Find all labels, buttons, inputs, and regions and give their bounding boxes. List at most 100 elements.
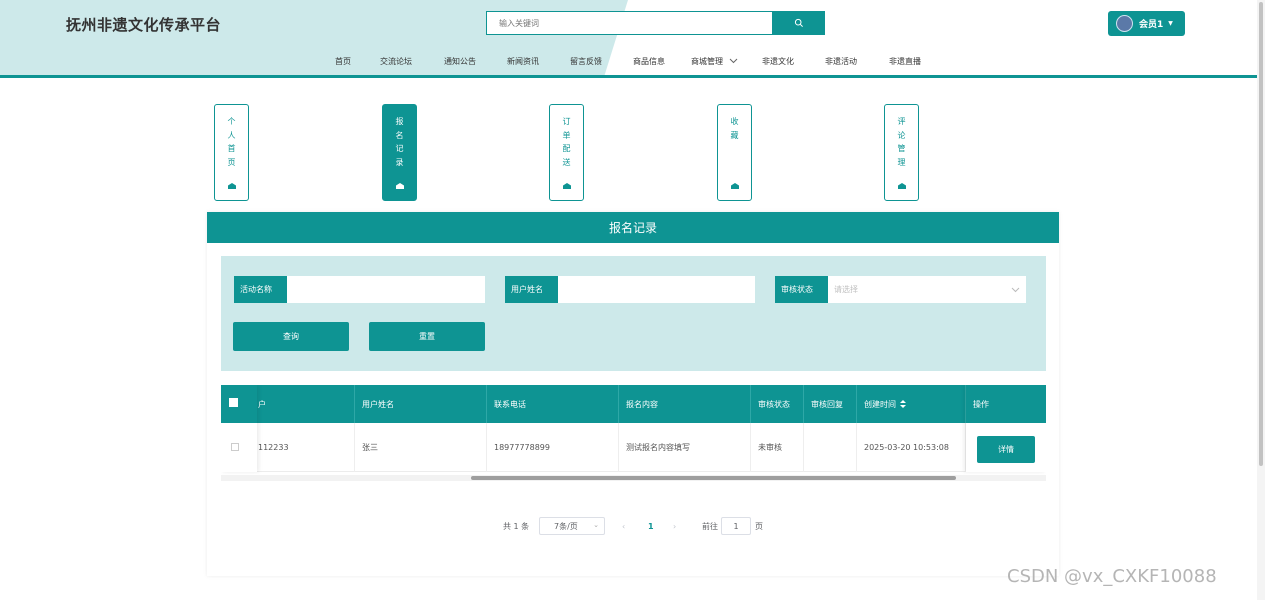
tab-char: 报: [395, 117, 404, 126]
tab-char: 论: [897, 130, 906, 140]
username-input[interactable]: [558, 276, 755, 303]
tab-char: 管: [897, 144, 906, 153]
th-username: 用户姓名: [355, 385, 487, 423]
tab-char: 单: [562, 130, 571, 140]
search-box[interactable]: [486, 11, 773, 35]
nav-item-mall[interactable]: 商城管理: [691, 56, 738, 67]
tab-char: 名: [395, 130, 404, 140]
tab-char: 配: [562, 144, 571, 153]
home-icon: [227, 183, 236, 189]
header: 抚州非遗文化传承平台 会员1 ▼ 首页 交流论坛 通知公告 新闻资讯 留言反馈 …: [0, 0, 1265, 78]
tab-order-delivery[interactable]: 订 单 配 送: [549, 104, 584, 201]
tab-char: 送: [562, 157, 571, 167]
member-menu-button[interactable]: 会员1 ▼: [1108, 11, 1185, 36]
review-status-placeholder: 请选择: [834, 285, 858, 294]
page-number-current[interactable]: 1: [648, 517, 654, 535]
tab-char: 录: [395, 157, 404, 167]
cell-phone: 18977778899: [487, 423, 619, 472]
tab-profile[interactable]: 个 人 首 页: [214, 104, 249, 201]
th-created-time[interactable]: 创建时间: [857, 385, 966, 423]
tab-favorites[interactable]: 收 藏: [717, 104, 752, 201]
filter-area: [221, 256, 1046, 371]
th-review-status: 审核状态: [751, 385, 804, 423]
tab-char: 理: [897, 157, 906, 167]
query-button[interactable]: 查询: [233, 322, 349, 351]
tab-char: 记: [395, 144, 404, 153]
username-label: 用户姓名: [505, 276, 558, 303]
tab-char: 页: [227, 157, 236, 167]
vertical-scrollbar-thumb[interactable]: [1259, 2, 1263, 466]
panel-title: 报名记录: [207, 212, 1059, 243]
main-nav: 首页 交流论坛 通知公告 新闻资讯 留言反馈 商品信息 商城管理 非遗文化 非遗…: [0, 56, 1265, 70]
activity-name-input[interactable]: [287, 276, 485, 303]
goto-page-input[interactable]: 1: [721, 517, 751, 535]
search-icon: [794, 18, 803, 27]
tab-comment-management[interactable]: 评 论 管 理: [884, 104, 919, 201]
search-input[interactable]: [487, 12, 772, 34]
cell-user: 112233: [251, 423, 355, 472]
th-created-time-label: 创建时间: [864, 399, 896, 409]
th-review-reply: 审核回复: [804, 385, 857, 423]
review-status-label: 审核状态: [775, 276, 828, 303]
horizontal-scrollbar-thumb[interactable]: [471, 476, 956, 480]
row-checkbox[interactable]: [231, 443, 239, 451]
cell-created-time: 2025-03-20 10:53:08: [857, 423, 966, 472]
tab-char: 订: [562, 117, 571, 126]
tab-char: 藏: [730, 130, 739, 140]
chevron-down-icon: ⌄: [593, 521, 599, 529]
chevron-down-icon: ▼: [1168, 20, 1173, 27]
goto-label: 前往: [702, 521, 718, 531]
nav-item-feedback[interactable]: 留言反馈: [570, 56, 602, 67]
tab-registration-records[interactable]: 报 名 记 录: [382, 104, 417, 201]
th-actions: 操作: [973, 399, 989, 409]
nav-item-home[interactable]: 首页: [335, 56, 351, 67]
nav-item-live[interactable]: 非遗直播: [889, 56, 921, 67]
home-icon: [562, 183, 571, 189]
select-all-checkbox[interactable]: [229, 398, 238, 407]
sort-icon[interactable]: [900, 400, 906, 408]
fixed-select-column: [221, 385, 257, 472]
table-row: 112233 张三 18977778899 测试报名内容填写 未审核 2025-…: [221, 423, 1046, 472]
chevron-down-icon: [729, 58, 737, 64]
cell-review-status: 未审核: [751, 423, 804, 472]
nav-item-activity[interactable]: 非遗活动: [825, 56, 857, 67]
header-divider: [0, 75, 1265, 78]
member-label: 会员1: [1139, 20, 1164, 30]
next-page-icon[interactable]: ›: [673, 517, 676, 535]
table-header: 户 用户姓名 联系电话 报名内容 审核状态 审核回复 创建时间: [221, 385, 1046, 423]
tab-char: 个: [227, 117, 236, 126]
nav-item-goods[interactable]: 商品信息: [633, 56, 665, 67]
nav-item-forum[interactable]: 交流论坛: [380, 56, 412, 67]
chevron-down-icon: [1011, 287, 1020, 292]
th-content: 报名内容: [619, 385, 751, 423]
nav-item-news[interactable]: 新闻资讯: [507, 56, 539, 67]
nav-item-notice[interactable]: 通知公告: [444, 56, 476, 67]
review-status-select[interactable]: 请选择: [828, 276, 1026, 303]
cell-review-reply: [804, 423, 857, 472]
page-size-select[interactable]: 7条/页 ⌄: [539, 517, 605, 535]
records-table: 户 用户姓名 联系电话 报名内容 审核状态 审核回复 创建时间 112233 张…: [221, 385, 1046, 480]
nav-item-mall-label: 商城管理: [691, 57, 723, 66]
avatar: [1116, 15, 1133, 32]
prev-page-icon[interactable]: ‹: [622, 517, 625, 535]
cell-content: 测试报名内容填写: [619, 423, 751, 472]
page-size-value: 7条/页: [554, 521, 578, 531]
pagination-total: 共 1 条: [503, 521, 530, 531]
watermark: CSDN @vx_CXKF10088: [1007, 566, 1217, 587]
nav-item-culture[interactable]: 非遗文化: [762, 56, 794, 67]
home-icon: [897, 183, 906, 189]
cell-username: 张三: [355, 423, 487, 472]
site-title: 抚州非遗文化传承平台: [66, 16, 222, 34]
home-icon: [395, 183, 404, 189]
home-icon: [730, 183, 739, 189]
search-button[interactable]: [772, 11, 825, 35]
tab-char: 首: [227, 144, 236, 153]
detail-button[interactable]: 详情: [977, 436, 1035, 463]
tab-char: 人: [227, 130, 236, 140]
reset-button[interactable]: 重置: [369, 322, 485, 351]
th-phone: 联系电话: [487, 385, 619, 423]
activity-name-label: 活动名称: [234, 276, 287, 303]
page-unit-label: 页: [755, 521, 763, 531]
tab-char: 收: [730, 117, 739, 126]
tab-char: 评: [897, 117, 906, 126]
